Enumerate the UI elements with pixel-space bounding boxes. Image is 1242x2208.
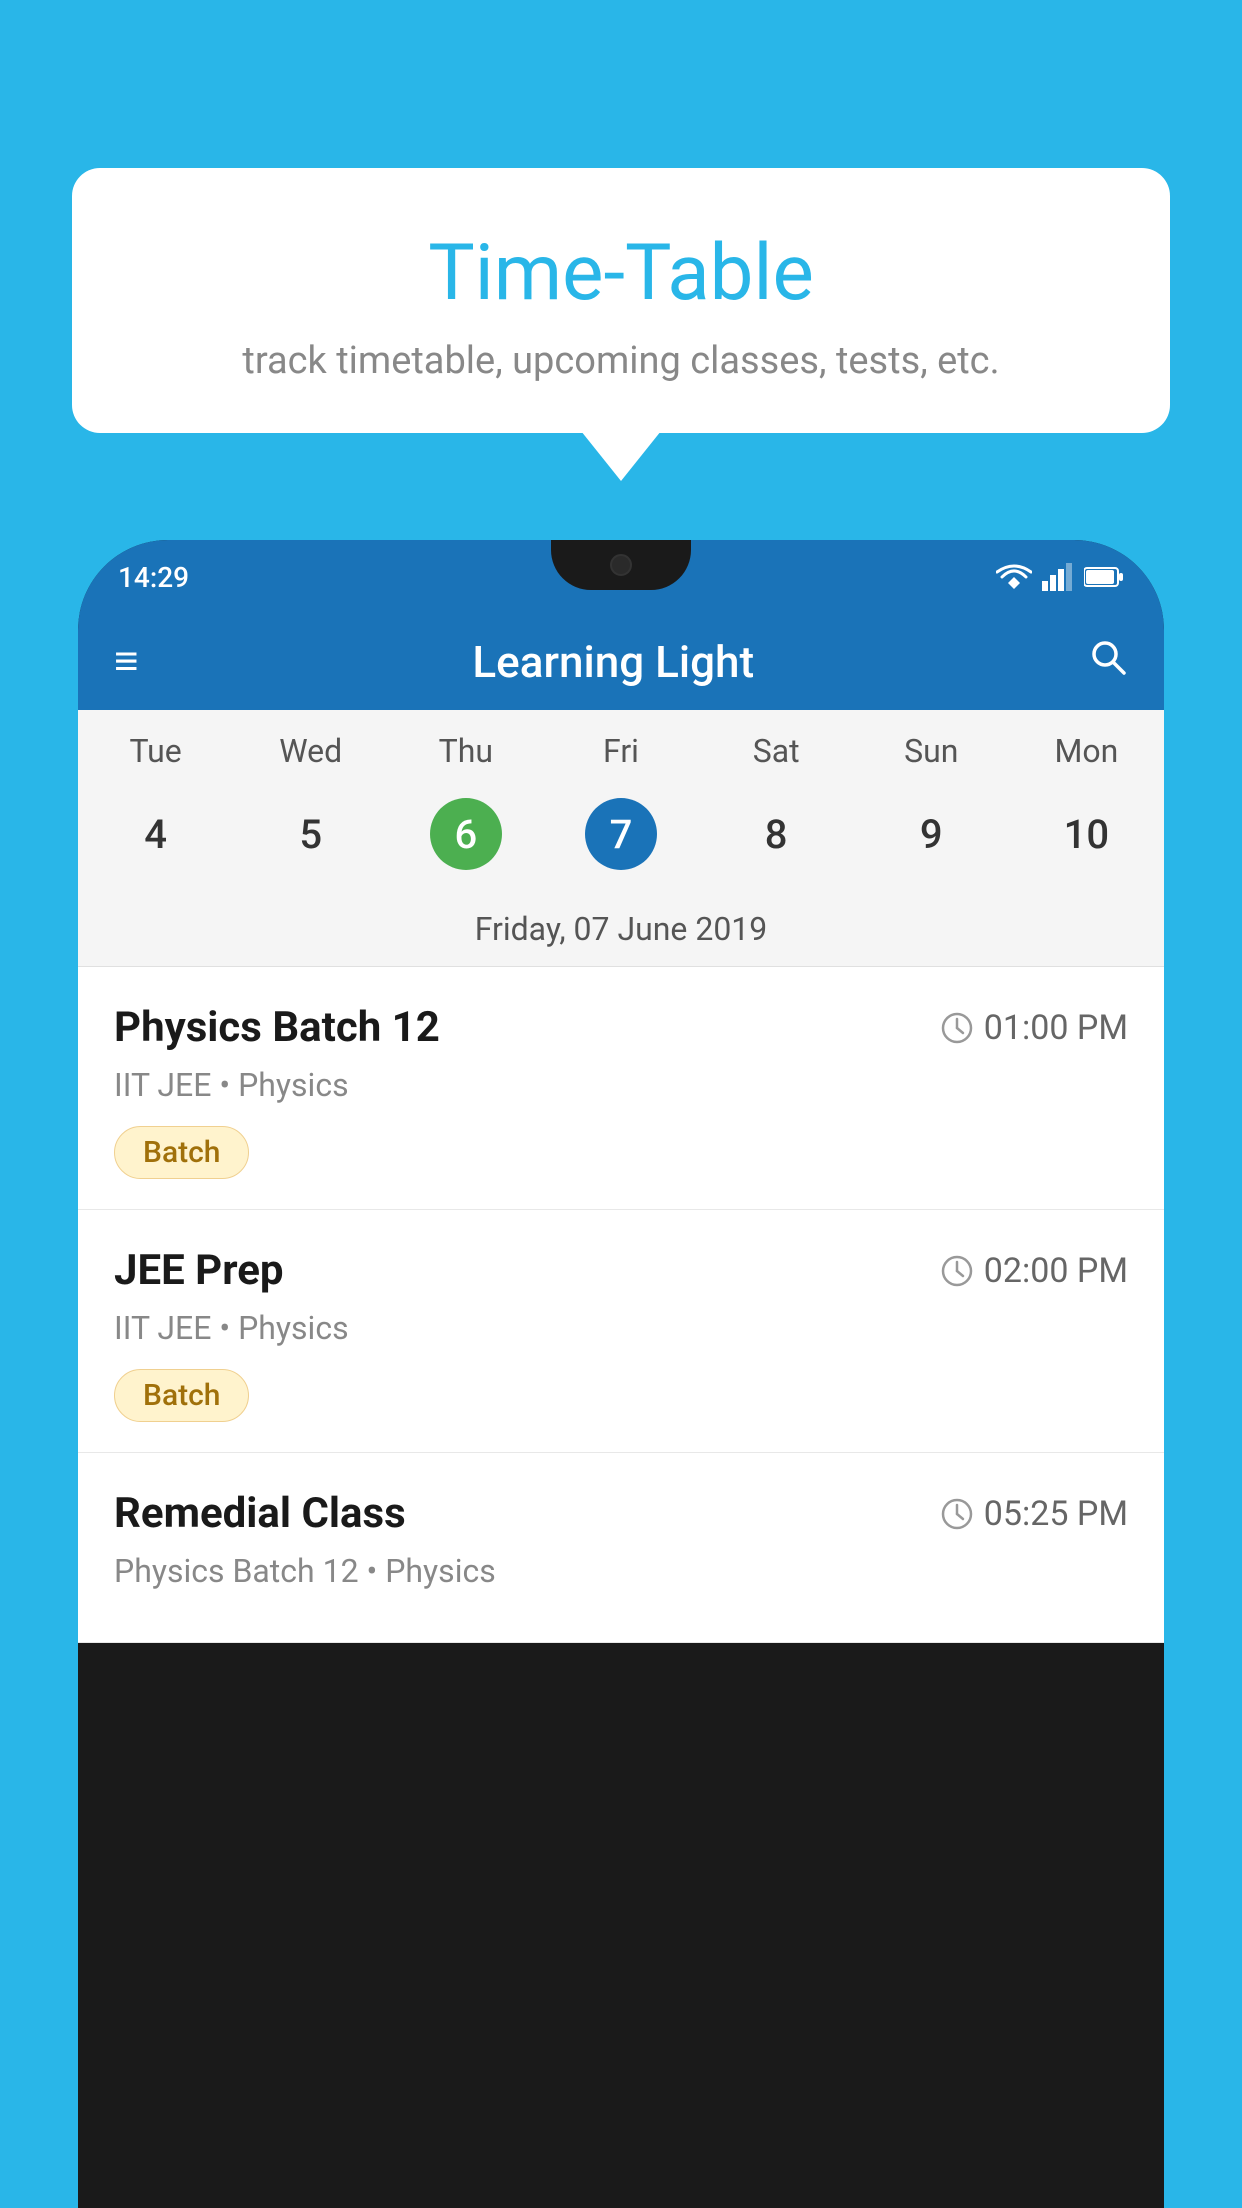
battery-icon (1084, 566, 1124, 588)
day-label-tue: Tue (78, 732, 233, 770)
schedule-item-2-header: JEE Prep 02:00 PM (114, 1246, 1128, 1295)
signal-icon (1042, 563, 1074, 591)
calendar-date-9[interactable]: 9 (854, 788, 1009, 880)
schedule-item-2-badge: Batch (114, 1369, 249, 1422)
search-svg (1088, 637, 1128, 677)
schedule-item-3-title: Remedial Class (114, 1489, 406, 1538)
schedule-item-3[interactable]: Remedial Class 05:25 PM Physics Batch 12… (78, 1453, 1164, 1643)
status-bar: 14:29 (78, 540, 1164, 614)
calendar-date-8[interactable]: 8 (699, 788, 854, 880)
day-label-sun: Sun (854, 732, 1009, 770)
schedule-item-3-sub: Physics Batch 12 • Physics (114, 1552, 1128, 1590)
tooltip-card: Time-Table track timetable, upcoming cla… (72, 168, 1170, 433)
calendar-days-header: Tue Wed Thu Fri Sat Sun Mon (78, 710, 1164, 780)
calendar-date-4[interactable]: 4 (78, 788, 233, 880)
day-label-sat: Sat (699, 732, 854, 770)
schedule-item-1-title: Physics Batch 12 (114, 1003, 440, 1052)
status-time: 14:29 (118, 561, 189, 594)
camera-dot (610, 554, 632, 576)
clock-icon-1 (940, 1011, 974, 1045)
clock-icon-3 (940, 1497, 974, 1531)
schedule-list: Physics Batch 12 01:00 PM IIT JEE • Phys… (78, 967, 1164, 1643)
day-label-thu: Thu (388, 732, 543, 770)
schedule-item-3-header: Remedial Class 05:25 PM (114, 1489, 1128, 1538)
schedule-item-1-badge: Batch (114, 1126, 249, 1179)
calendar-dates: 4 5 6 7 8 9 10 (78, 780, 1164, 898)
app-title: Learning Light (169, 636, 1058, 688)
tooltip-subtitle: track timetable, upcoming classes, tests… (132, 339, 1110, 383)
calendar-date-7[interactable]: 7 (543, 788, 698, 880)
selected-date-label: Friday, 07 June 2019 (78, 898, 1164, 967)
schedule-item-1-sub: IIT JEE • Physics (114, 1066, 1128, 1104)
schedule-item-2-sub: IIT JEE • Physics (114, 1309, 1128, 1347)
calendar-date-6[interactable]: 6 (388, 788, 543, 880)
day-label-wed: Wed (233, 732, 388, 770)
phone-frame: 14:29 (78, 540, 1164, 2208)
schedule-item-1-time: 01:00 PM (940, 1008, 1128, 1048)
hamburger-menu-icon[interactable]: ≡ (114, 641, 139, 683)
app-bar: ≡ Learning Light (78, 614, 1164, 710)
wifi-icon (996, 563, 1032, 591)
schedule-item-2-title: JEE Prep (114, 1246, 284, 1295)
day-label-fri: Fri (543, 732, 698, 770)
search-icon[interactable] (1088, 637, 1128, 688)
schedule-item-3-time: 05:25 PM (940, 1494, 1128, 1534)
day-label-mon: Mon (1009, 732, 1164, 770)
schedule-item-2-time: 02:00 PM (940, 1251, 1128, 1291)
clock-icon-2 (940, 1254, 974, 1288)
schedule-item-2[interactable]: JEE Prep 02:00 PM IIT JEE • Physics Batc… (78, 1210, 1164, 1453)
schedule-item-1-header: Physics Batch 12 01:00 PM (114, 1003, 1128, 1052)
tooltip-title: Time-Table (132, 228, 1110, 319)
calendar-date-10[interactable]: 10 (1009, 788, 1164, 880)
schedule-item-1[interactable]: Physics Batch 12 01:00 PM IIT JEE • Phys… (78, 967, 1164, 1210)
calendar-date-5[interactable]: 5 (233, 788, 388, 880)
status-icons (996, 563, 1124, 591)
phone-notch (551, 540, 691, 590)
phone-screen: Tue Wed Thu Fri Sat Sun Mon 4 5 6 7 8 (78, 710, 1164, 1643)
